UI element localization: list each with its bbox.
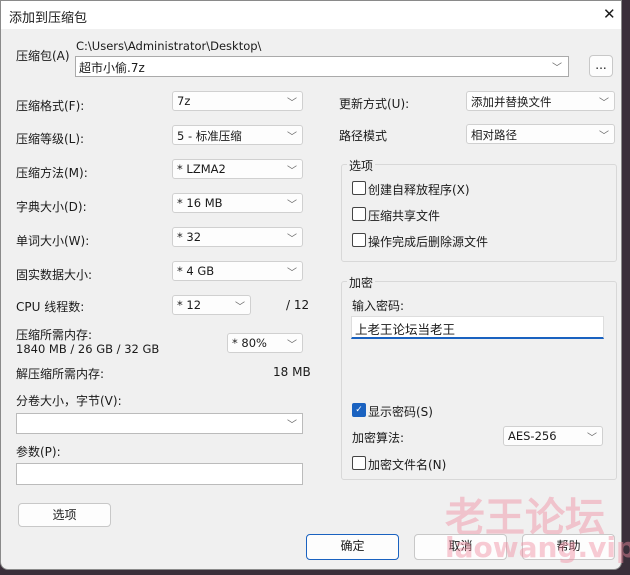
chevron-down-icon: ﹀ bbox=[587, 433, 597, 444]
path-mode-label: 路径模式 bbox=[339, 129, 388, 143]
title-bar: 添加到压缩包 ✕ bbox=[1, 1, 621, 29]
update-value: 添加并替换文件 bbox=[471, 95, 552, 109]
word-size-value: * 32 bbox=[177, 230, 202, 244]
archive-label: 压缩包(A) bbox=[16, 49, 70, 63]
shared-files-checkbox[interactable] bbox=[352, 207, 366, 221]
memory-select[interactable]: * 80% ﹀ bbox=[227, 333, 303, 353]
format-select[interactable]: 7z ﹀ bbox=[172, 91, 303, 111]
chevron-down-icon: ﹀ bbox=[287, 234, 297, 245]
encryption-group-title: 加密 bbox=[347, 274, 376, 291]
encrypt-names-checkbox[interactable] bbox=[352, 456, 366, 470]
solid-size-select[interactable]: * 4 GB ﹀ bbox=[172, 261, 303, 281]
algo-value: AES-256 bbox=[508, 429, 557, 443]
dictionary-value: * 16 MB bbox=[177, 196, 223, 210]
cpu-max: / 12 bbox=[286, 298, 310, 312]
encrypt-names-label: 加密文件名(N) bbox=[368, 458, 447, 472]
chevron-down-icon: ﹀ bbox=[287, 420, 297, 431]
cpu-label: CPU 线程数: bbox=[16, 300, 85, 314]
chevron-down-icon: ﹀ bbox=[235, 302, 245, 313]
delete-after-label: 操作完成后删除源文件 bbox=[368, 235, 489, 249]
params-input[interactable] bbox=[16, 463, 303, 485]
chevron-down-icon: ﹀ bbox=[599, 131, 609, 142]
chevron-down-icon: ﹀ bbox=[287, 98, 297, 109]
chevron-down-icon: ﹀ bbox=[287, 166, 297, 177]
password-input[interactable]: 上老王论坛当老王 bbox=[351, 316, 604, 339]
close-icon[interactable]: ✕ bbox=[603, 5, 616, 23]
sfx-label: 创建自释放程序(X) bbox=[368, 183, 470, 197]
path-mode-value: 相对路径 bbox=[471, 128, 517, 142]
path-mode-select[interactable]: 相对路径 ﹀ bbox=[466, 124, 615, 144]
method-select[interactable]: * LZMA2 ﹀ bbox=[172, 159, 303, 179]
chevron-down-icon: ﹀ bbox=[287, 268, 297, 279]
chevron-down-icon: ﹀ bbox=[599, 98, 609, 109]
format-value: 7z bbox=[177, 94, 191, 108]
password-label: 输入密码: bbox=[352, 299, 405, 313]
word-size-label: 单词大小(W): bbox=[16, 234, 90, 248]
word-size-select[interactable]: * 32 ﹀ bbox=[172, 227, 303, 247]
cpu-value: * 12 bbox=[177, 298, 202, 312]
memory-detail: 1840 MB / 26 GB / 32 GB bbox=[16, 342, 160, 356]
decomp-label: 解压缩所需内存: bbox=[16, 367, 105, 381]
memory-label: 压缩所需内存: bbox=[16, 328, 93, 342]
split-select[interactable]: ﹀ bbox=[16, 413, 303, 434]
chevron-down-icon: ﹀ bbox=[287, 340, 297, 351]
chevron-down-icon: ﹀ bbox=[287, 132, 297, 143]
solid-size-label: 固实数据大小: bbox=[16, 268, 93, 282]
cpu-select[interactable]: * 12 ﹀ bbox=[172, 295, 251, 315]
update-select[interactable]: 添加并替换文件 ﹀ bbox=[466, 91, 615, 111]
decomp-value: 18 MB bbox=[273, 365, 311, 379]
watermark-url: laowang.vip bbox=[445, 531, 630, 564]
show-password-label: 显示密码(S) bbox=[368, 405, 433, 419]
archive-name-input[interactable]: 超市小偷.7z ﹀ bbox=[75, 56, 569, 77]
ok-button[interactable]: 确定 bbox=[306, 534, 399, 560]
solid-size-value: * 4 GB bbox=[177, 264, 215, 278]
update-label: 更新方式(U): bbox=[339, 97, 410, 111]
browse-button[interactable]: ... bbox=[589, 55, 613, 77]
show-password-checkbox[interactable]: ✓ bbox=[352, 403, 366, 417]
method-label: 压缩方法(M): bbox=[16, 166, 88, 180]
params-label: 参数(P): bbox=[16, 445, 61, 459]
chevron-down-icon: ﹀ bbox=[552, 63, 562, 74]
sfx-checkbox[interactable] bbox=[352, 181, 366, 195]
level-select[interactable]: 5 - 标准压缩 ﹀ bbox=[172, 125, 303, 145]
chevron-down-icon: ﹀ bbox=[287, 200, 297, 211]
dictionary-label: 字典大小(D): bbox=[16, 200, 87, 214]
options-group-title: 选项 bbox=[347, 157, 376, 174]
archive-path: C:\Users\Administrator\Desktop\ bbox=[76, 39, 262, 53]
level-value: 5 - 标准压缩 bbox=[177, 129, 242, 143]
shared-files-label: 压缩共享文件 bbox=[368, 209, 441, 223]
archive-name-value: 超市小偷.7z bbox=[79, 61, 145, 75]
options-button[interactable]: 选项 bbox=[18, 503, 111, 527]
dialog-title: 添加到压缩包 bbox=[9, 11, 88, 26]
algo-label: 加密算法: bbox=[352, 431, 405, 445]
format-label: 压缩格式(F): bbox=[16, 99, 85, 113]
method-value: * LZMA2 bbox=[177, 162, 226, 176]
level-label: 压缩等级(L): bbox=[16, 132, 85, 146]
add-to-archive-dialog: 添加到压缩包 ✕ 压缩包(A) C:\Users\Administrator\D… bbox=[0, 0, 630, 570]
memory-value: * 80% bbox=[232, 336, 267, 350]
algo-select[interactable]: AES-256 ﹀ bbox=[503, 426, 603, 446]
dictionary-select[interactable]: * 16 MB ﹀ bbox=[172, 193, 303, 213]
split-label: 分卷大小，字节(V): bbox=[16, 394, 122, 408]
delete-after-checkbox[interactable] bbox=[352, 233, 366, 247]
